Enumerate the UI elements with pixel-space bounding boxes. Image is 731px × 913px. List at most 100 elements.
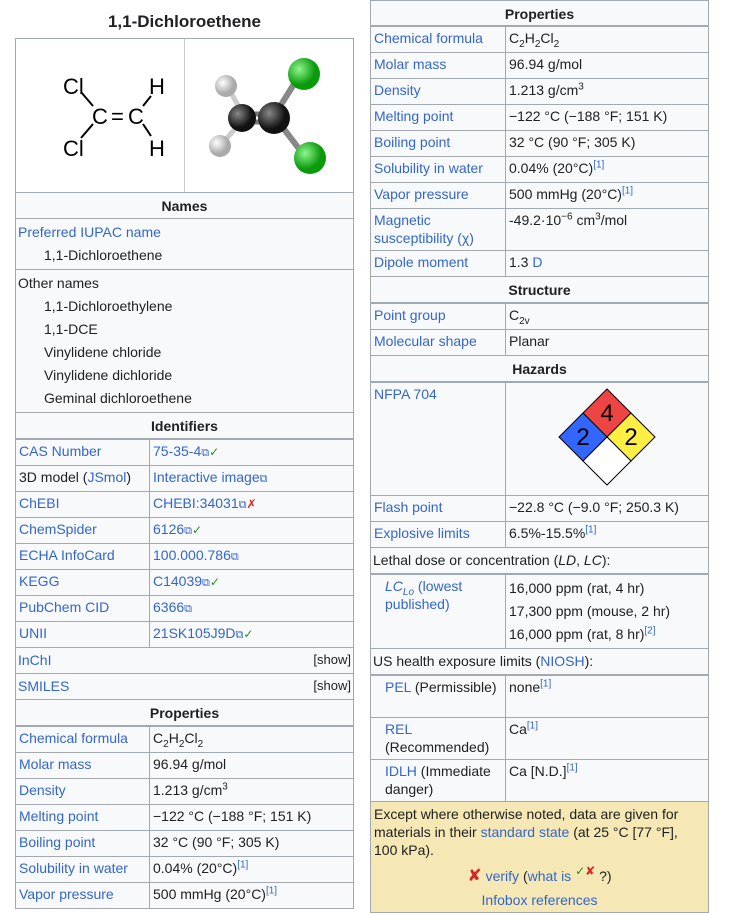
dipole-moment-value: 1.3 D — [505, 250, 709, 277]
kegg-link[interactable]: KEGG — [19, 573, 59, 589]
solubility-link[interactable]: Solubility in water — [19, 860, 128, 876]
infobox-references-link[interactable]: Infobox references — [482, 892, 598, 908]
echa-value-link[interactable]: 100.000.786 — [153, 547, 231, 563]
melting-point-link[interactable]: Melting point — [374, 108, 453, 124]
table-row: Solubility in water 0.04% (20°C)[1] — [15, 856, 354, 883]
table-row: Boiling point 32 °C (90 °F; 305 K) — [15, 830, 354, 857]
inchi-show-toggle[interactable]: [show] — [313, 650, 351, 670]
cas-value-link[interactable]: 75-35-4 — [153, 443, 201, 459]
table-row: Melting point −122 °C (−188 °F; 151 K) — [370, 104, 709, 131]
verify-row: ✘ verify (what is ✓✘ ?) — [467, 864, 612, 885]
table-row: ECHA InfoCard 100.000.786⧉ — [15, 543, 354, 570]
pubchem-value-link[interactable]: 6366 — [153, 599, 184, 615]
pel-link[interactable]: PEL — [385, 679, 411, 695]
check-icon: ✓ — [575, 864, 586, 879]
debye-unit-link[interactable]: D — [532, 254, 542, 270]
smiles-show-toggle[interactable]: [show] — [313, 676, 351, 696]
echa-link[interactable]: ECHA InfoCard — [19, 547, 115, 563]
idlh-link[interactable]: IDLH — [385, 763, 417, 779]
density-value: 1.213 g/cm3 — [149, 778, 354, 805]
rel-link[interactable]: REL — [385, 721, 412, 737]
kegg-value-link[interactable]: C14039 — [153, 573, 202, 589]
standard-state-note: Except where otherwise noted, data are g… — [374, 806, 679, 858]
boiling-point-link[interactable]: Boiling point — [374, 134, 450, 150]
reference-link[interactable]: [1] — [567, 762, 578, 773]
magnetic-susceptibility-link[interactable]: Magnetic susceptibility (χ) — [374, 212, 474, 246]
point-group-link[interactable]: Point group — [374, 307, 446, 323]
smiles-link[interactable]: SMILES — [18, 678, 69, 694]
reference-link[interactable]: [2] — [644, 625, 655, 636]
exposure-limits-table: PEL (Permissible) none[1] REL (Recommend… — [370, 675, 709, 802]
inchi-link[interactable]: InChI — [18, 652, 51, 668]
chebi-link[interactable]: ChEBI — [19, 495, 59, 511]
flash-point-link[interactable]: Flash point — [374, 499, 442, 515]
chebi-value-link[interactable]: CHEBI:34031 — [153, 495, 239, 511]
molar-mass-link[interactable]: Molar mass — [374, 56, 446, 72]
pel-note: (Permissible) — [410, 679, 497, 695]
pubchem-link[interactable]: PubChem CID — [19, 599, 109, 615]
external-link-icon: ⧉ — [259, 473, 268, 485]
infobox-left: 1,1-Dichloroethene Cl Cl C = C H H Names… — [15, 0, 354, 909]
interactive-image-link[interactable]: Interactive image — [153, 469, 260, 485]
reference-link[interactable]: [1] — [585, 524, 596, 535]
unii-value-link[interactable]: 21SK105J9D — [153, 625, 236, 641]
melting-point-link[interactable]: Melting point — [19, 808, 98, 824]
other-name: Vinylidene dichloride — [44, 367, 173, 383]
skeletal-formula[interactable]: Cl Cl C = C H H — [16, 39, 184, 192]
reference-link[interactable]: [1] — [237, 859, 248, 870]
h-atom-2: H — [149, 136, 165, 161]
density-link[interactable]: Density — [374, 82, 421, 98]
table-row: Vapor pressure 500 mmHg (20°C)[1] — [370, 182, 709, 209]
vapor-pressure-value: 500 mmHg (20°C)[1] — [505, 182, 709, 209]
lclo-link[interactable]: LCLo (lowest published) — [385, 578, 462, 612]
table-row: Density 1.213 g/cm3 — [370, 78, 709, 105]
vapor-pressure-link[interactable]: Vapor pressure — [374, 186, 469, 202]
cas-number-link[interactable]: CAS Number — [19, 443, 101, 459]
list-item: 16,000 ppm (rat, 8 hr)[2] — [509, 625, 656, 642]
inchi-row: InChI [show] — [15, 648, 354, 674]
iupac-name-link[interactable]: Preferred IUPAC name — [18, 224, 161, 240]
reference-link[interactable]: [1] — [266, 885, 277, 896]
verify-link[interactable]: verify — [486, 868, 519, 884]
check-icon: ✓ — [243, 627, 254, 641]
explosive-limits-link[interactable]: Explosive limits — [374, 525, 470, 541]
molecular-shape-link[interactable]: Molecular shape — [374, 333, 477, 349]
properties-header: Properties — [370, 0, 709, 26]
chemical-formula-link[interactable]: Chemical formula — [374, 30, 483, 46]
table-row: Point group C2v — [370, 303, 709, 330]
exposure-limits-header: US health exposure limits (NIOSH): — [370, 649, 709, 675]
niosh-link[interactable]: NIOSH — [540, 653, 584, 669]
chemical-formula-value: C2H2Cl2 — [149, 726, 354, 753]
molar-mass-link[interactable]: Molar mass — [19, 756, 91, 772]
chemspider-link[interactable]: ChemSpider — [19, 521, 97, 537]
vapor-pressure-link[interactable]: Vapor pressure — [19, 886, 114, 902]
structure-table: Point group C2v Molecular shape Planar — [370, 303, 709, 356]
table-row: Solubility in water 0.04% (20°C)[1] — [370, 156, 709, 183]
table-row: Flash point −22.8 °C (−9.0 °F; 250.3 K) — [370, 495, 709, 522]
table-row: Dipole moment 1.3 D — [370, 250, 709, 277]
dipole-moment-link[interactable]: Dipole moment — [374, 254, 468, 270]
reference-link[interactable]: [1] — [527, 720, 538, 731]
melting-point-value: −122 °C (−188 °F; 151 K) — [505, 104, 709, 131]
unii-link[interactable]: UNII — [19, 625, 47, 641]
chemspider-value-link[interactable]: 6126 — [153, 521, 184, 537]
model-label-close: ) — [126, 469, 132, 485]
nfpa-diamond[interactable]: 4 2 2 — [505, 382, 709, 496]
table-row: REL (Recommended) Ca[1] — [370, 717, 709, 760]
what-is-link[interactable]: what is — [528, 868, 572, 884]
standard-state-link[interactable]: standard state — [481, 824, 570, 840]
check-icon: ✓ — [192, 523, 203, 537]
ball-and-stick-model[interactable] — [184, 39, 353, 192]
nfpa-704-link[interactable]: NFPA 704 — [374, 386, 437, 402]
density-link[interactable]: Density — [19, 782, 66, 798]
table-row: Density 1.213 g/cm3 — [15, 778, 354, 805]
reference-link[interactable]: [1] — [593, 159, 604, 170]
external-link-icon: ⧉ — [201, 447, 210, 459]
reference-link[interactable]: [1] — [622, 185, 633, 196]
solubility-link[interactable]: Solubility in water — [374, 160, 483, 176]
boiling-point-link[interactable]: Boiling point — [19, 834, 95, 850]
jsmol-link[interactable]: JSmol — [87, 469, 126, 485]
chemical-formula-link[interactable]: Chemical formula — [19, 730, 128, 746]
reference-link[interactable]: [1] — [540, 678, 551, 689]
identifiers-header: Identifiers — [15, 413, 354, 439]
